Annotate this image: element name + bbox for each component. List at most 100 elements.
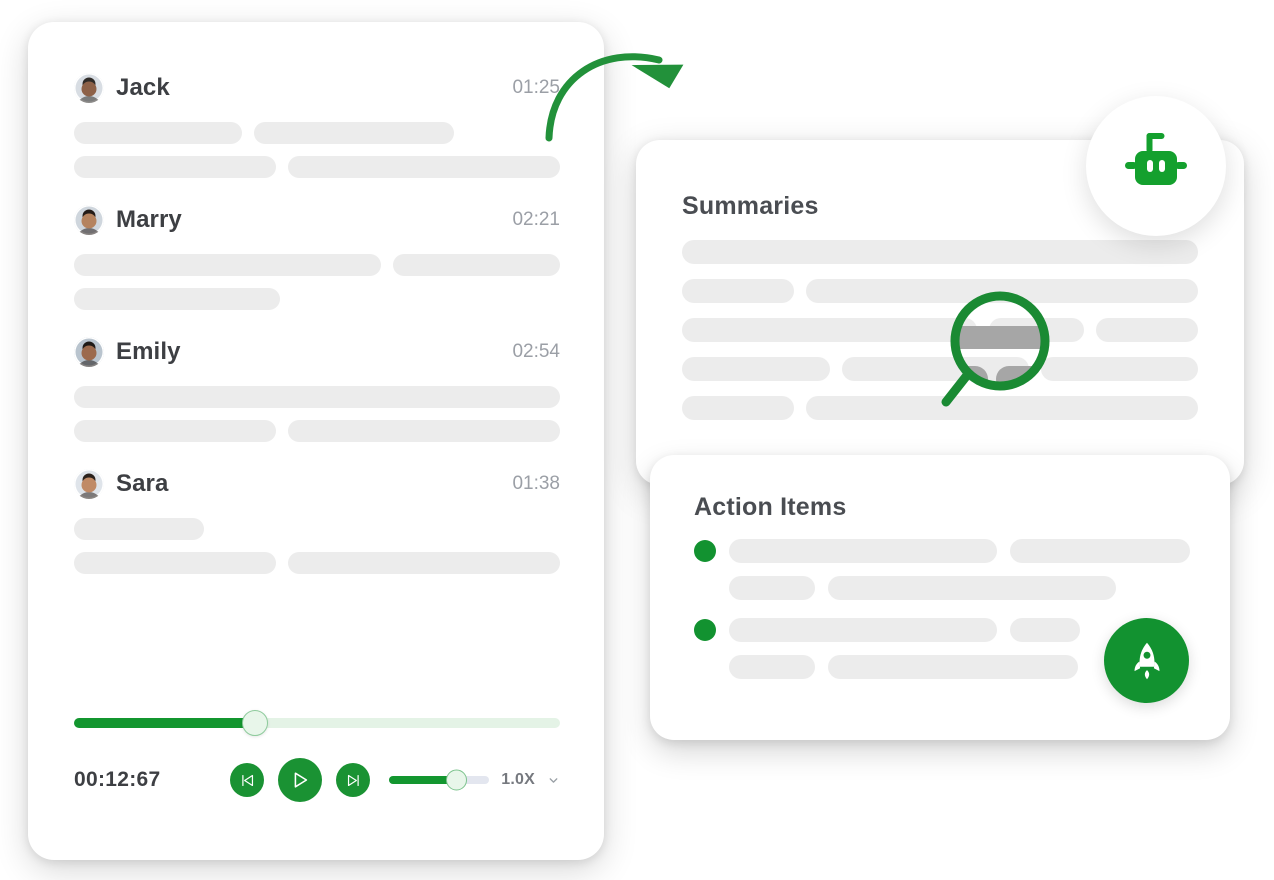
skeleton-bar — [682, 396, 794, 420]
speaker-timestamp: 01:25 — [512, 77, 560, 98]
skeleton-bar — [1010, 618, 1080, 642]
transcript-speaker-block: Marry 02:21 — [74, 200, 560, 310]
speaker-timestamp: 01:38 — [512, 473, 560, 494]
skeleton-bar — [393, 254, 560, 276]
skeleton-bar — [1040, 357, 1198, 381]
skeleton-bar — [74, 518, 204, 540]
speaker-header: Sara 01:38 — [74, 464, 560, 504]
elapsed-time: 00:12:67 — [74, 768, 161, 791]
launch-rocket-button[interactable] — [1104, 618, 1189, 703]
avatar-face — [81, 345, 97, 361]
summary-line-row — [682, 240, 1198, 264]
transcript-line-row — [74, 552, 560, 574]
action-item-bullet — [694, 540, 716, 562]
speaker-name: Jack — [116, 74, 170, 101]
avatar-shoulders — [76, 492, 102, 499]
avatar-sara[interactable] — [74, 469, 104, 499]
playback-progress-fill — [74, 718, 254, 728]
transcript-line-row — [74, 420, 560, 442]
speaker-name: Marry — [116, 206, 182, 233]
play-button[interactable] — [278, 758, 323, 802]
summaries-title: Summaries — [682, 192, 819, 220]
skeleton-bar — [729, 655, 815, 679]
skeleton-bar — [682, 240, 1198, 264]
skeleton-bar — [729, 539, 997, 563]
play-icon — [295, 772, 308, 788]
skeleton-bar — [288, 552, 560, 574]
skeleton-bar — [682, 357, 830, 381]
action-item[interactable] — [694, 539, 1190, 600]
transcript-line-row — [74, 288, 560, 310]
skip-back-button[interactable] — [230, 763, 265, 797]
skeleton-bar — [682, 318, 978, 342]
robot-icon — [1125, 133, 1187, 185]
skeleton-bar — [1010, 539, 1190, 563]
skeleton-bar — [74, 288, 280, 310]
transcript-line-row — [74, 386, 560, 408]
speaker-header: Emily 02:54 — [74, 332, 560, 372]
playback-progress-thumb[interactable] — [241, 710, 268, 736]
skeleton-bar — [74, 420, 277, 442]
skeleton-bar — [682, 279, 794, 303]
summary-line-row — [682, 396, 1198, 420]
transcript-speaker-block: Emily 02:54 — [74, 332, 560, 442]
skeleton-bar — [828, 576, 1116, 600]
playback-speed-label[interactable]: 1.0X — [501, 771, 535, 789]
avatar-emily[interactable] — [74, 337, 104, 367]
summary-line-row — [682, 318, 1199, 342]
skeleton-bar — [841, 357, 1029, 381]
skeleton-bar — [288, 156, 560, 178]
speaker-timestamp: 02:54 — [512, 341, 560, 362]
skeleton-bar — [74, 254, 382, 276]
speaker-timestamp: 02:21 — [512, 209, 560, 230]
skip-forward-button[interactable] — [336, 763, 371, 797]
skeleton-bar — [254, 122, 454, 144]
skeleton-bar — [74, 552, 277, 574]
rocket-icon — [1134, 642, 1159, 679]
skip-back-icon — [242, 774, 254, 786]
transcript-card: Jack 01:25 Marry 02:21 Emily 02:54 Sara 01:38 0… — [28, 22, 604, 860]
transcript-line-row — [74, 254, 560, 276]
avatar-shoulders — [76, 360, 102, 367]
volume-thumb[interactable] — [445, 769, 467, 791]
skeleton-bar — [806, 279, 1198, 303]
avatar-face — [81, 81, 97, 97]
skip-forward-icon — [347, 774, 359, 786]
transcript-line-row — [74, 156, 560, 178]
transport-controls — [230, 758, 371, 802]
chevron-down-icon[interactable] — [547, 774, 560, 787]
action-item-primary-row — [694, 539, 1190, 563]
skeleton-bar — [1095, 318, 1199, 342]
volume-slider[interactable] — [389, 769, 490, 791]
action-item-secondary-row — [729, 576, 1190, 600]
playback-progress-slider[interactable] — [74, 710, 560, 736]
avatar-shoulders — [76, 96, 102, 103]
audio-player: 00:12:67 1.0X — [74, 710, 560, 802]
skeleton-bar — [806, 396, 1198, 420]
player-controls-row: 00:12:67 1.0X — [74, 758, 560, 802]
skeleton-bar — [989, 318, 1084, 342]
summary-line-row — [682, 357, 1198, 381]
avatar-jack[interactable] — [74, 73, 104, 103]
action-item-bullet — [694, 619, 716, 641]
speaker-header: Marry 02:21 — [74, 200, 560, 240]
avatar-shoulders — [76, 228, 102, 235]
skeleton-bar — [729, 576, 815, 600]
avatar-face — [81, 477, 97, 493]
summary-line-row — [682, 279, 1198, 303]
skeleton-bar — [74, 386, 560, 408]
avatar-marry[interactable] — [74, 205, 104, 235]
speaker-name: Emily — [116, 338, 181, 365]
skeleton-bar — [74, 122, 242, 144]
transcript-speaker-block: Jack 01:25 — [74, 68, 560, 178]
summaries-skeleton-lines — [682, 240, 1199, 435]
transcript-line-row — [74, 122, 560, 144]
ai-robot-badge[interactable] — [1086, 96, 1226, 236]
speaker-name: Sara — [116, 470, 169, 497]
avatar-face — [81, 213, 97, 229]
skeleton-bar — [288, 420, 560, 442]
transcript-speaker-block: Sara 01:38 — [74, 464, 560, 574]
action-items-title: Action Items — [694, 493, 847, 521]
speaker-header: Jack 01:25 — [74, 68, 560, 108]
skeleton-bar — [74, 156, 277, 178]
